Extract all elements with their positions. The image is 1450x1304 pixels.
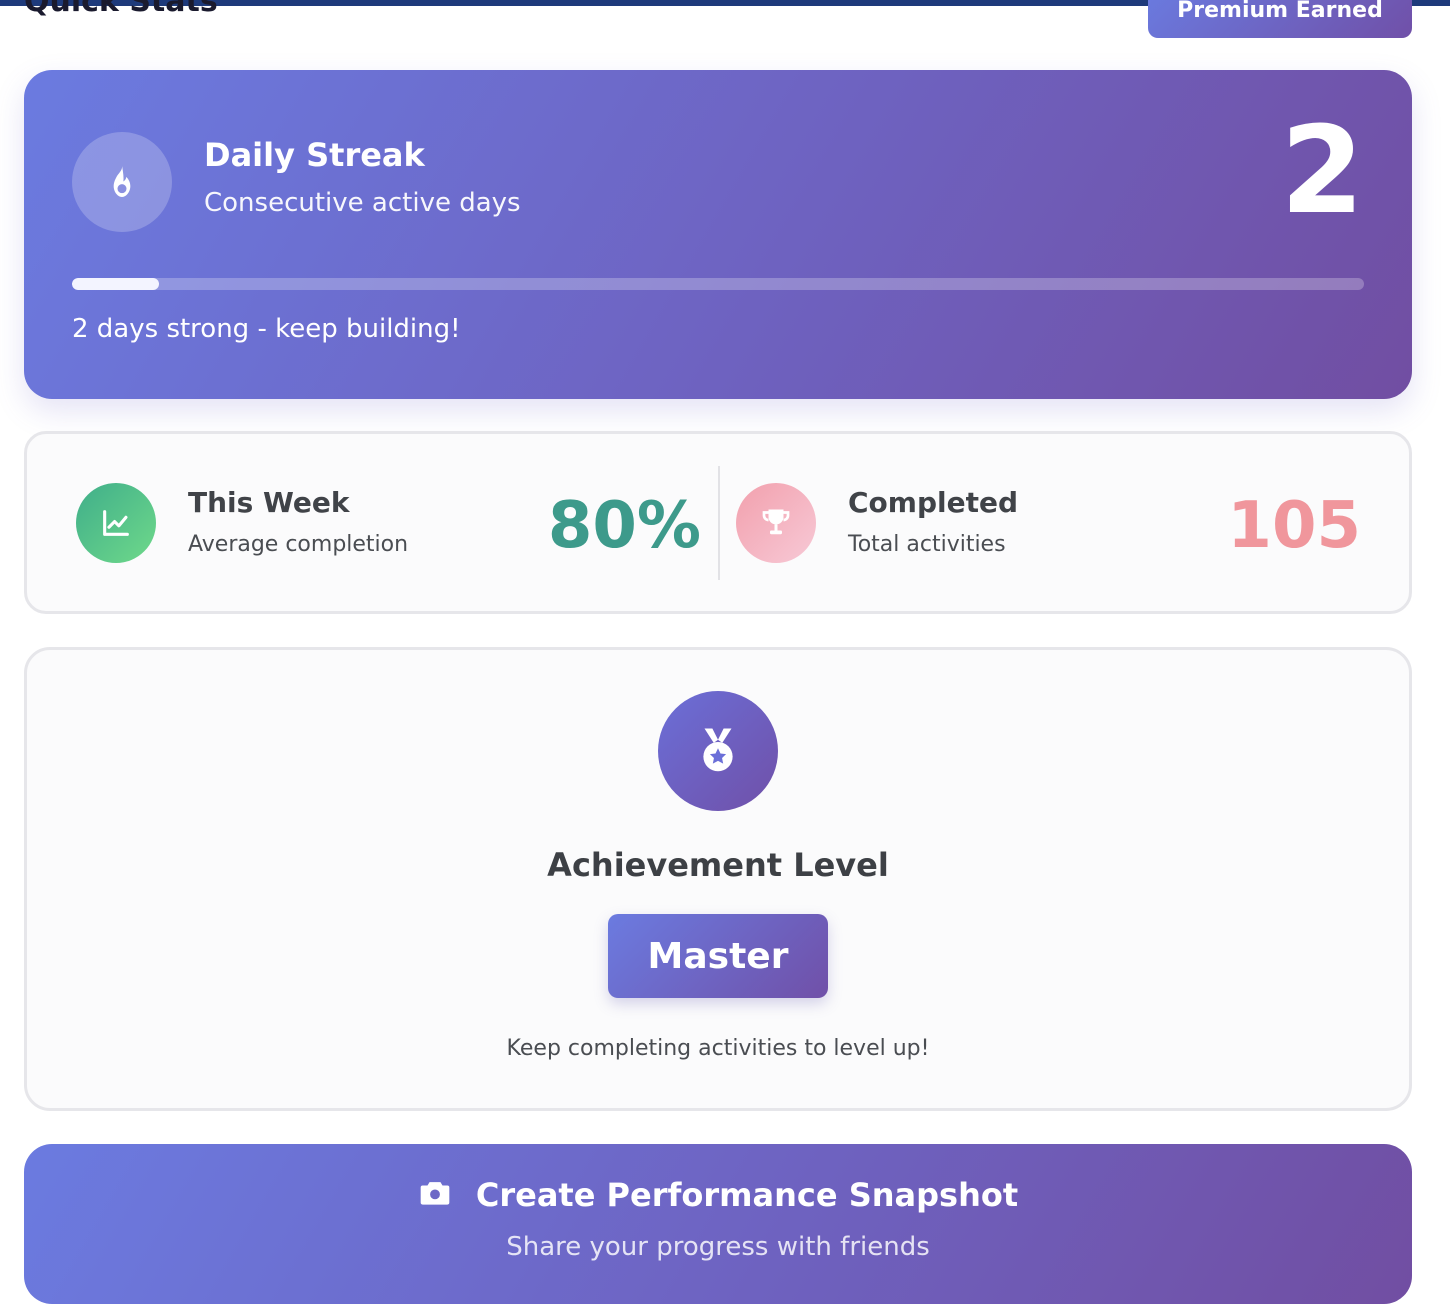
achievement-message: Keep completing activities to level up! [506,1036,930,1061]
completed-total-value: 105 [1227,489,1361,563]
streak-count: 2 [1280,102,1365,241]
medal-icon [658,691,778,811]
achievement-level-badge[interactable]: Master [608,914,828,998]
create-snapshot-button[interactable]: Create Performance Snapshot Share your p… [24,1144,1412,1304]
snapshot-title: Create Performance Snapshot [475,1176,1019,1214]
completed-subtitle: Total activities [848,532,1006,557]
premium-earned-badge[interactable]: Premium Earned [1148,0,1412,38]
daily-streak-card: Daily Streak Consecutive active days 2 2… [24,70,1412,399]
streak-title: Daily Streak [204,136,425,174]
camera-icon [418,1178,452,1212]
section-title: Quick Stats [24,0,218,19]
premium-earned-label: Premium Earned [1177,0,1383,23]
fire-icon [72,132,172,232]
week-title: This Week [188,486,350,519]
achievement-card: Achievement Level Master Keep completing… [24,647,1412,1111]
snapshot-subtitle: Share your progress with friends [506,1232,930,1262]
weekly-stats-card: This Week Average completion 80% Complet… [24,431,1412,614]
trophy-icon [736,483,816,563]
streak-subtitle: Consecutive active days [204,188,521,218]
achievement-title: Achievement Level [547,846,889,884]
streak-progress-fill [72,278,159,290]
stats-divider [718,466,720,580]
completed-title: Completed [848,486,1019,519]
streak-progress-bar [72,278,1364,290]
streak-message: 2 days strong - keep building! [72,314,461,344]
week-completion-value: 80% [547,489,701,563]
chart-line-icon [76,483,156,563]
week-subtitle: Average completion [188,532,409,557]
